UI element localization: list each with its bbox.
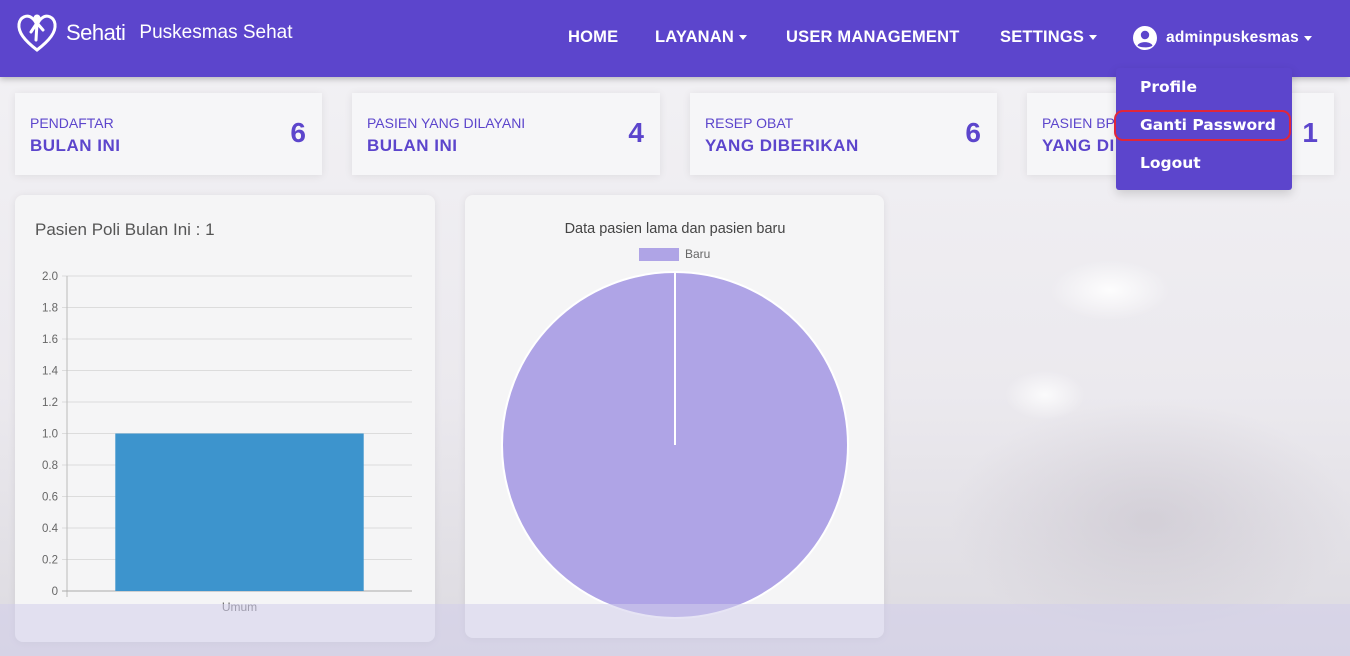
highlight-box [1114,110,1291,141]
nav-settings-label: SETTINGS [1000,28,1085,46]
poli-chart-panel: Pasien Poli Bulan Ini : 1 0 0.2 0.4 0.6 0.8 1… [15,195,435,642]
nav-home-label: HOME [568,28,619,46]
stat-value: 4 [628,117,644,148]
stat-label-top: PASIEN YANG DILAYANI [367,115,526,131]
y-tick-label: 2.0 [42,271,58,283]
stat-card-registrants: PENDAFTAR BULAN INI 6 [15,93,322,175]
stat-label-bottom: BULAN INI [30,136,121,155]
stat-label-bottom: YANG DI [1042,136,1115,155]
pie-title: Data pasien lama dan pasien baru [565,221,786,237]
y-tick-label: 0 [52,586,58,598]
heart-logo-icon [17,14,57,52]
y-tick-label: 1.0 [42,429,58,441]
stat-value: 6 [965,117,981,148]
nav-home[interactable]: HOME [568,28,618,47]
y-tick-label: 1.2 [42,397,58,409]
bar-chart: 00.20.40.60.81.01.21.41.61.82.0Umum [42,271,412,614]
nav-layanan-label: LAYANAN [655,28,735,46]
y-tick-label: 1.8 [42,303,58,315]
y-tick-label: 0.2 [42,555,58,567]
y-tick-label: 1.4 [42,366,59,378]
stat-label-top: RESEP OBAT [705,115,794,131]
y-tick-label: 1.6 [42,334,58,346]
bar [115,433,364,591]
caret-down-icon [1089,35,1098,40]
user-circle-icon [1133,26,1157,50]
stat-value: 1 [1302,117,1318,148]
brand[interactable]: Sehati Puskesmas Sehat [14,10,293,56]
stat-value: 6 [290,117,306,148]
pie-chart: Data pasien lama dan pasien baru Baru [501,221,849,619]
nav-user-management-label: USER MANAGEMENT [786,28,960,46]
nav-settings[interactable]: SETTINGS [1000,28,1098,47]
menu-item-logout[interactable]: Logout [1140,154,1201,172]
stat-label-bottom: BULAN INI [367,136,458,155]
y-tick-label: 0.4 [42,523,59,535]
stat-label-bottom: YANG DIBERIKAN [705,136,859,155]
caret-down-icon [1303,35,1312,41]
stat-card-served: PASIEN YANG DILAYANI BULAN INI 4 [352,93,660,175]
nav-user-label: adminpuskesmas [1166,29,1299,46]
legend-label: Baru [685,247,710,261]
nav-user-management[interactable]: USER MANAGEMENT [786,28,960,47]
brand-subtitle: Puskesmas Sehat [139,22,293,43]
navbar: Sehati Puskesmas Sehat HOME LAYANAN USER… [0,0,1350,77]
patient-chart-panel: Data pasien lama dan pasien baru Baru [465,195,884,638]
stat-label-top: PASIEN BP [1042,115,1115,131]
caret-down-icon [739,35,748,40]
menu-item-profile[interactable]: Profile [1140,78,1197,96]
stat-label-top: PENDAFTAR [30,115,114,131]
nav-user[interactable]: adminpuskesmas [1133,26,1312,50]
brand-name: Sehati [66,20,126,45]
bottom-overlay [0,604,1350,656]
legend-swatch [639,248,679,261]
stat-card-prescriptions: RESEP OBAT YANG DIBERIKAN 6 [690,93,997,175]
y-tick-label: 0.6 [42,492,58,504]
nav-layanan[interactable]: LAYANAN [655,28,748,47]
y-tick-label: 0.8 [42,460,58,472]
